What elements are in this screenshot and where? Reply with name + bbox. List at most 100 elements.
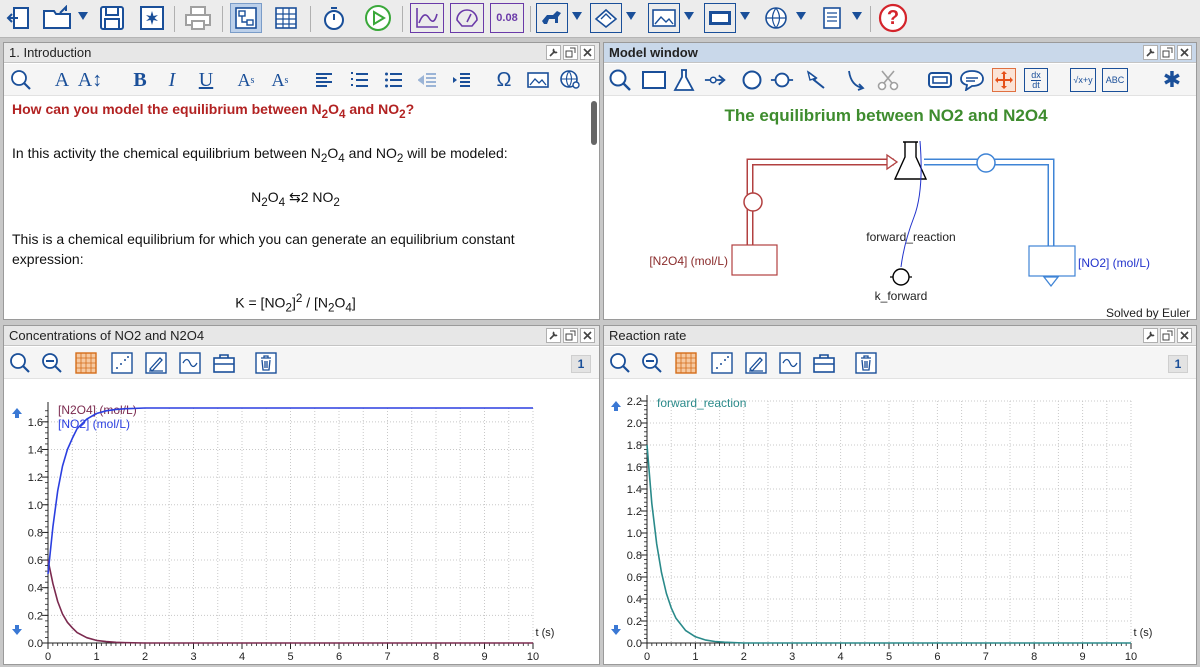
move-tool-icon[interactable]: [992, 68, 1016, 92]
y-tick-label: 1.0: [28, 500, 43, 512]
points-icon[interactable]: [110, 351, 134, 375]
table-view-icon[interactable]: [270, 3, 302, 33]
stock-tool-icon[interactable]: [642, 68, 666, 92]
notebook-dropdown-caret[interactable]: [626, 12, 636, 20]
panel-controls: [546, 328, 595, 343]
auxiliary-tool-icon[interactable]: [740, 68, 764, 92]
connector-tool-icon[interactable]: [804, 68, 828, 92]
meter-icon[interactable]: [450, 3, 484, 33]
maximize-icon[interactable]: [563, 45, 578, 60]
underline-icon[interactable]: U: [194, 68, 218, 92]
bullet-list-icon[interactable]: [382, 68, 406, 92]
dxdt-top-label: dx: [1031, 69, 1041, 81]
frame-tool-icon[interactable]: [928, 68, 952, 92]
text-tool-icon[interactable]: ABC: [1102, 68, 1128, 92]
close-icon[interactable]: [580, 328, 595, 343]
curve-fit-icon[interactable]: [778, 351, 802, 375]
x-tick-label: 10: [527, 651, 539, 663]
close-icon[interactable]: [580, 45, 595, 60]
close-icon[interactable]: [1177, 45, 1192, 60]
maximize-icon[interactable]: [1160, 328, 1175, 343]
animation-dropdown-caret[interactable]: [572, 12, 582, 20]
k-forward-constant[interactable]: [892, 268, 910, 286]
zoom-out-icon[interactable]: [640, 351, 664, 375]
maximize-icon[interactable]: [1160, 45, 1175, 60]
open-folder-icon[interactable]: [40, 3, 76, 33]
indent-icon[interactable]: [450, 68, 474, 92]
edit-graph-icon[interactable]: [144, 351, 168, 375]
image-dropdown-caret[interactable]: [684, 12, 694, 20]
new-model-icon[interactable]: [136, 3, 168, 33]
video-dropdown-caret[interactable]: [740, 12, 750, 20]
comment-tool-icon[interactable]: [960, 68, 984, 92]
edit-graph-icon[interactable]: [744, 351, 768, 375]
formula-tool-icon[interactable]: √x+y: [1070, 68, 1096, 92]
n2o4-stock[interactable]: [731, 244, 778, 276]
graph-badge[interactable]: 1: [1168, 355, 1188, 373]
bold-icon[interactable]: B: [128, 68, 152, 92]
font-size-icon[interactable]: A↕: [78, 68, 102, 92]
no2-stock[interactable]: [1028, 245, 1076, 277]
maximize-icon[interactable]: [563, 328, 578, 343]
zoom-fit-icon[interactable]: [8, 351, 32, 375]
zoom-fit-icon[interactable]: [608, 351, 632, 375]
trash-icon[interactable]: [254, 351, 278, 375]
notebook-icon[interactable]: [590, 3, 622, 33]
animation-icon[interactable]: [536, 3, 568, 33]
grid-icon[interactable]: [74, 351, 98, 375]
zoom-icon[interactable]: [608, 68, 632, 92]
flow-valve-left[interactable]: [743, 192, 763, 212]
constant-tool-icon[interactable]: [770, 68, 794, 92]
asterisk-icon[interactable]: ✱: [1160, 67, 1184, 92]
zoom-out-icon[interactable]: [40, 351, 64, 375]
document-icon[interactable]: [816, 3, 848, 33]
graph-icon[interactable]: [410, 3, 444, 33]
points-icon[interactable]: [710, 351, 734, 375]
close-icon[interactable]: [1177, 328, 1192, 343]
link-tool-icon[interactable]: [844, 68, 868, 92]
video-icon[interactable]: [704, 3, 736, 33]
insert-image-icon[interactable]: [526, 68, 550, 92]
toolbox-icon[interactable]: [812, 351, 836, 375]
subscript-icon[interactable]: As: [234, 68, 258, 92]
derivative-tool-icon[interactable]: dx dt: [1024, 68, 1048, 92]
run-icon[interactable]: [362, 3, 394, 33]
flow-valve-right[interactable]: [976, 153, 996, 173]
result-value-button[interactable]: 0.08: [490, 3, 524, 33]
timer-icon[interactable]: [318, 3, 350, 33]
web-icon[interactable]: [760, 3, 792, 33]
flask-tool-icon[interactable]: [672, 68, 696, 92]
toolbox-icon[interactable]: [212, 351, 236, 375]
zoom-text-icon[interactable]: [9, 68, 33, 92]
document-dropdown-caret[interactable]: [852, 12, 862, 20]
web-dropdown-caret[interactable]: [796, 12, 806, 20]
scrollbar[interactable]: [591, 101, 597, 145]
exit-icon[interactable]: [4, 3, 34, 33]
image-icon[interactable]: [648, 3, 680, 33]
superscript-icon[interactable]: As: [268, 68, 292, 92]
trash-icon[interactable]: [854, 351, 878, 375]
x-tick-label: 2: [741, 651, 747, 663]
wrench-icon[interactable]: [1143, 45, 1158, 60]
wrench-icon[interactable]: [546, 328, 561, 343]
print-icon[interactable]: [182, 3, 214, 33]
outdent-icon[interactable]: [416, 68, 440, 92]
align-left-icon[interactable]: [312, 68, 336, 92]
font-icon[interactable]: A: [50, 68, 74, 92]
omega-icon[interactable]: Ω: [492, 68, 516, 92]
curve-fit-icon[interactable]: [178, 351, 202, 375]
help-button[interactable]: ?: [876, 3, 910, 33]
wrench-icon[interactable]: [1143, 328, 1158, 343]
graph-badge[interactable]: 1: [571, 355, 591, 373]
save-icon[interactable]: [96, 3, 128, 33]
grid-icon[interactable]: [674, 351, 698, 375]
cut-tool-icon[interactable]: [876, 68, 900, 92]
numbered-list-icon[interactable]: [348, 68, 372, 92]
open-dropdown-caret[interactable]: [78, 12, 88, 20]
diagram-view-icon[interactable]: [230, 3, 262, 33]
model-diagram: The equilibrium between NO2 and N2O4 for…: [649, 106, 1190, 319]
wrench-icon[interactable]: [546, 45, 561, 60]
insert-link-icon[interactable]: [558, 68, 582, 92]
italic-icon[interactable]: I: [160, 68, 184, 92]
flow-tool-icon[interactable]: [704, 68, 728, 92]
